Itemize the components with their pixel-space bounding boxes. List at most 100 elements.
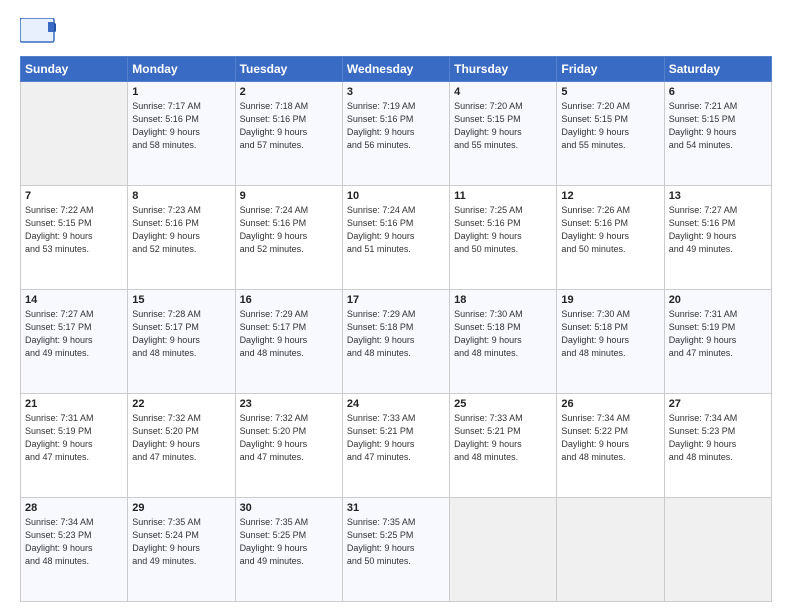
calendar-cell: 31 Sunrise: 7:35 AM Sunset: 5:25 PM Dayli… [342,498,449,602]
day-info: Sunrise: 7:32 AM Sunset: 5:20 PM Dayligh… [132,412,230,464]
day-number: 31 [347,502,445,514]
day-info: Sunrise: 7:35 AM Sunset: 5:25 PM Dayligh… [240,516,338,568]
calendar-header-friday: Friday [557,57,664,82]
calendar-cell [21,82,128,186]
calendar-cell: 2 Sunrise: 7:18 AM Sunset: 5:16 PM Daylig… [235,82,342,186]
day-info: Sunrise: 7:17 AM Sunset: 5:16 PM Dayligh… [132,100,230,152]
calendar-cell: 4Sunrise: 7:20 AM Sunset: 5:15 PM Daylig… [450,82,557,186]
calendar-header-row: SundayMondayTuesdayWednesdayThursdayFrid… [21,57,772,82]
day-info: Sunrise: 7:18 AM Sunset: 5:16 PM Dayligh… [240,100,338,152]
logo-icon [20,18,56,50]
day-info: Sunrise: 7:31 AM Sunset: 5:19 PM Dayligh… [25,412,123,464]
day-info: Sunrise: 7:27 AM Sunset: 5:17 PM Dayligh… [25,308,123,360]
day-number: 24 [347,398,445,410]
calendar-cell: 25 Sunrise: 7:33 AM Sunset: 5:21 PM Dayli… [450,394,557,498]
calendar-cell [450,498,557,602]
day-number: 23 [240,398,338,410]
day-info: Sunrise: 7:22 AM Sunset: 5:15 PM Dayligh… [25,204,123,256]
day-info: Sunrise: 7:33 AM Sunset: 5:21 PM Dayligh… [454,412,552,464]
calendar-week-5: 28 Sunrise: 7:34 AM Sunset: 5:23 PM Dayli… [21,498,772,602]
calendar-cell: 7 Sunrise: 7:22 AM Sunset: 5:15 PM Daylig… [21,186,128,290]
day-info: Sunrise: 7:30 AM Sunset: 5:18 PM Dayligh… [454,308,552,360]
calendar-header-sunday: Sunday [21,57,128,82]
day-info: Sunrise: 7:23 AM Sunset: 5:16 PM Dayligh… [132,204,230,256]
day-number: 6 [669,86,767,98]
day-info: Sunrise: 7:25 AM Sunset: 5:16 PM Dayligh… [454,204,552,256]
day-number: 16 [240,294,338,306]
day-info: Sunrise: 7:35 AM Sunset: 5:25 PM Dayligh… [347,516,445,568]
day-number: 2 [240,86,338,98]
day-number: 12 [561,190,659,202]
day-number: 9 [240,190,338,202]
day-number: 18 [454,294,552,306]
calendar-cell: 19 Sunrise: 7:30 AM Sunset: 5:18 PM Dayli… [557,290,664,394]
calendar-cell [557,498,664,602]
day-number: 30 [240,502,338,514]
day-info: Sunrise: 7:19 AM Sunset: 5:16 PM Dayligh… [347,100,445,152]
calendar-cell: 24 Sunrise: 7:33 AM Sunset: 5:21 PM Dayli… [342,394,449,498]
day-info: Sunrise: 7:20 AM Sunset: 5:15 PM Dayligh… [454,100,552,152]
day-info: Sunrise: 7:26 AM Sunset: 5:16 PM Dayligh… [561,204,659,256]
calendar-cell: 3 Sunrise: 7:19 AM Sunset: 5:16 PM Daylig… [342,82,449,186]
calendar-cell: 29 Sunrise: 7:35 AM Sunset: 5:24 PM Dayli… [128,498,235,602]
calendar-cell: 17 Sunrise: 7:29 AM Sunset: 5:18 PM Dayli… [342,290,449,394]
day-number: 17 [347,294,445,306]
day-number: 8 [132,190,230,202]
calendar-cell: 27Sunrise: 7:34 AM Sunset: 5:23 PM Dayli… [664,394,771,498]
day-info: Sunrise: 7:24 AM Sunset: 5:16 PM Dayligh… [347,204,445,256]
calendar-cell [664,498,771,602]
day-number: 10 [347,190,445,202]
calendar-header-tuesday: Tuesday [235,57,342,82]
day-number: 19 [561,294,659,306]
day-info: Sunrise: 7:24 AM Sunset: 5:16 PM Dayligh… [240,204,338,256]
calendar-cell: 20 Sunrise: 7:31 AM Sunset: 5:19 PM Dayli… [664,290,771,394]
calendar-cell: 5 Sunrise: 7:20 AM Sunset: 5:15 PM Daylig… [557,82,664,186]
day-number: 3 [347,86,445,98]
day-number: 25 [454,398,552,410]
day-number: 14 [25,294,123,306]
day-number: 27 [669,398,767,410]
day-number: 28 [25,502,123,514]
calendar-cell: 10 Sunrise: 7:24 AM Sunset: 5:16 PM Dayli… [342,186,449,290]
day-number: 1 [132,86,230,98]
calendar-cell: 8 Sunrise: 7:23 AM Sunset: 5:16 PM Daylig… [128,186,235,290]
day-info: Sunrise: 7:32 AM Sunset: 5:20 PM Dayligh… [240,412,338,464]
day-info: Sunrise: 7:35 AM Sunset: 5:24 PM Dayligh… [132,516,230,568]
day-info: Sunrise: 7:29 AM Sunset: 5:17 PM Dayligh… [240,308,338,360]
calendar-cell: 11 Sunrise: 7:25 AM Sunset: 5:16 PM Dayli… [450,186,557,290]
day-info: Sunrise: 7:28 AM Sunset: 5:17 PM Dayligh… [132,308,230,360]
calendar-header-wednesday: Wednesday [342,57,449,82]
calendar-header-thursday: Thursday [450,57,557,82]
calendar-cell: 18 Sunrise: 7:30 AM Sunset: 5:18 PM Dayli… [450,290,557,394]
day-number: 11 [454,190,552,202]
calendar-cell: 12 Sunrise: 7:26 AM Sunset: 5:16 PM Dayli… [557,186,664,290]
day-number: 21 [25,398,123,410]
day-info: Sunrise: 7:31 AM Sunset: 5:19 PM Dayligh… [669,308,767,360]
calendar-week-4: 21 Sunrise: 7:31 AM Sunset: 5:19 PM Dayli… [21,394,772,498]
calendar-cell: 23 Sunrise: 7:32 AM Sunset: 5:20 PM Dayli… [235,394,342,498]
day-number: 29 [132,502,230,514]
day-info: Sunrise: 7:30 AM Sunset: 5:18 PM Dayligh… [561,308,659,360]
day-number: 7 [25,190,123,202]
calendar-cell: 15Sunrise: 7:28 AM Sunset: 5:17 PM Dayli… [128,290,235,394]
day-number: 13 [669,190,767,202]
day-info: Sunrise: 7:34 AM Sunset: 5:23 PM Dayligh… [25,516,123,568]
day-info: Sunrise: 7:20 AM Sunset: 5:15 PM Dayligh… [561,100,659,152]
calendar-cell: 30 Sunrise: 7:35 AM Sunset: 5:25 PM Dayli… [235,498,342,602]
day-number: 5 [561,86,659,98]
calendar-week-2: 7 Sunrise: 7:22 AM Sunset: 5:15 PM Daylig… [21,186,772,290]
calendar-week-1: 1 Sunrise: 7:17 AM Sunset: 5:16 PM Daylig… [21,82,772,186]
day-number: 22 [132,398,230,410]
header [20,18,772,50]
day-info: Sunrise: 7:34 AM Sunset: 5:22 PM Dayligh… [561,412,659,464]
day-number: 20 [669,294,767,306]
day-info: Sunrise: 7:29 AM Sunset: 5:18 PM Dayligh… [347,308,445,360]
calendar-cell: 26Sunrise: 7:34 AM Sunset: 5:22 PM Dayli… [557,394,664,498]
page: SundayMondayTuesdayWednesdayThursdayFrid… [0,0,792,612]
day-info: Sunrise: 7:33 AM Sunset: 5:21 PM Dayligh… [347,412,445,464]
calendar-cell: 22 Sunrise: 7:32 AM Sunset: 5:20 PM Dayli… [128,394,235,498]
calendar-table: SundayMondayTuesdayWednesdayThursdayFrid… [20,56,772,602]
day-info: Sunrise: 7:21 AM Sunset: 5:15 PM Dayligh… [669,100,767,152]
calendar-cell: 21 Sunrise: 7:31 AM Sunset: 5:19 PM Dayli… [21,394,128,498]
calendar-header-monday: Monday [128,57,235,82]
